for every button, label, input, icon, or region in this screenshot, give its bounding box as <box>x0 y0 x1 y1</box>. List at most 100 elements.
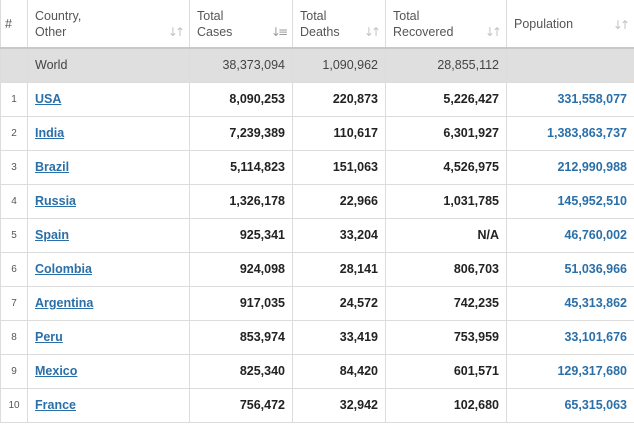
total-cases-cell: 917,035 <box>189 285 293 321</box>
rank-cell: 9 <box>0 353 28 389</box>
population-cell: 33,101,676 <box>506 319 634 355</box>
country-link[interactable]: Colombia <box>35 262 92 276</box>
population-cell: 212,990,988 <box>506 149 634 185</box>
header-total-recovered[interactable]: Total Recovered ↓↑ <box>385 0 507 49</box>
table-row: 4 Russia 1,326,178 22,966 1,031,785 145,952,5… <box>0 183 634 219</box>
rank-cell: 5 <box>0 217 28 253</box>
total-cases-cell: 8,090,253 <box>189 81 293 117</box>
table-row: 5 Spain 925,341 33,204 N/A 46,760,002 <box>0 217 634 253</box>
total-cases-cell: 5,114,823 <box>189 149 293 185</box>
total-deaths-cell: 22,966 <box>292 183 386 219</box>
rank-cell: 2 <box>0 115 28 151</box>
sort-descending-icon[interactable]: ↓≡ <box>271 25 288 39</box>
country-cell: USA <box>27 81 190 117</box>
sort-arrows-icon[interactable]: ↓↑ <box>613 18 630 32</box>
total-recovered-cell: 753,959 <box>385 319 507 355</box>
country-link[interactable]: Brazil <box>35 160 69 174</box>
total-deaths-cell: 84,420 <box>292 353 386 389</box>
header-total-cases[interactable]: Total Cases ↓≡ <box>189 0 293 49</box>
world-total-cases: 38,373,094 <box>189 47 293 83</box>
world-label: World <box>27 47 190 83</box>
total-recovered-cell: 5,226,427 <box>385 81 507 117</box>
total-cases-cell: 7,239,389 <box>189 115 293 151</box>
total-cases-cell: 825,340 <box>189 353 293 389</box>
country-link[interactable]: Mexico <box>35 364 77 378</box>
country-link[interactable]: USA <box>35 92 61 106</box>
total-deaths-cell: 110,617 <box>292 115 386 151</box>
header-country-label: Country, Other <box>35 8 82 39</box>
table-row: 3 Brazil 5,114,823 151,063 4,526,975 212,990,… <box>0 149 634 185</box>
total-recovered-cell: 601,571 <box>385 353 507 389</box>
table-row: 1 USA 8,090,253 220,873 5,226,427 331,558,077 <box>0 81 634 117</box>
country-link[interactable]: India <box>35 126 64 140</box>
world-population <box>506 47 634 83</box>
table-row: 7 Argentina 917,035 24,572 742,235 45,313,862 <box>0 285 634 321</box>
header-rank: # <box>0 0 28 49</box>
world-row: World 38,373,094 1,090,962 28,855,112 <box>0 47 634 83</box>
world-rank <box>0 47 28 83</box>
world-total-recovered: 28,855,112 <box>385 47 507 83</box>
total-deaths-cell: 33,419 <box>292 319 386 355</box>
rank-cell: 8 <box>0 319 28 355</box>
total-cases-cell: 853,974 <box>189 319 293 355</box>
table-row: 6 Colombia 924,098 28,141 806,703 51,036,966 <box>0 251 634 287</box>
total-cases-cell: 1,326,178 <box>189 183 293 219</box>
country-link[interactable]: Russia <box>35 194 76 208</box>
country-link[interactable]: Argentina <box>35 296 93 310</box>
rank-cell: 1 <box>0 81 28 117</box>
country-link[interactable]: Peru <box>35 330 63 344</box>
total-deaths-cell: 32,942 <box>292 387 386 423</box>
population-cell: 129,317,680 <box>506 353 634 389</box>
country-cell: Spain <box>27 217 190 253</box>
total-recovered-cell: 742,235 <box>385 285 507 321</box>
sort-arrows-icon[interactable]: ↓↑ <box>364 25 381 39</box>
sort-arrows-icon[interactable]: ↓↑ <box>485 25 502 39</box>
total-cases-cell: 924,098 <box>189 251 293 287</box>
country-cell: Mexico <box>27 353 190 389</box>
country-cell: Colombia <box>27 251 190 287</box>
population-cell: 331,558,077 <box>506 81 634 117</box>
rank-cell: 6 <box>0 251 28 287</box>
table-row: 2 India 7,239,389 110,617 6,301,927 1,383,863… <box>0 115 634 151</box>
header-total-deaths[interactable]: Total Deaths ↓↑ <box>292 0 386 49</box>
total-recovered-cell: 102,680 <box>385 387 507 423</box>
population-cell: 145,952,510 <box>506 183 634 219</box>
total-deaths-cell: 24,572 <box>292 285 386 321</box>
total-deaths-cell: 220,873 <box>292 81 386 117</box>
total-recovered-cell: 4,526,975 <box>385 149 507 185</box>
country-cell: Brazil <box>27 149 190 185</box>
total-deaths-cell: 33,204 <box>292 217 386 253</box>
total-deaths-cell: 28,141 <box>292 251 386 287</box>
total-recovered-cell: 1,031,785 <box>385 183 507 219</box>
country-cell: Russia <box>27 183 190 219</box>
country-cell: Argentina <box>27 285 190 321</box>
header-population-label: Population <box>514 16 574 31</box>
total-cases-cell: 756,472 <box>189 387 293 423</box>
world-total-deaths: 1,090,962 <box>292 47 386 83</box>
country-cell: Peru <box>27 319 190 355</box>
total-deaths-cell: 151,063 <box>292 149 386 185</box>
total-recovered-cell: N/A <box>385 217 507 253</box>
rank-cell: 4 <box>0 183 28 219</box>
population-cell: 45,313,862 <box>506 285 634 321</box>
table-row: 8 Peru 853,974 33,419 753,959 33,101,676 <box>0 319 634 355</box>
header-population[interactable]: Population ↓↑ <box>506 0 634 49</box>
total-cases-cell: 925,341 <box>189 217 293 253</box>
sort-arrows-icon[interactable]: ↓↑ <box>168 25 185 39</box>
header-country[interactable]: Country, Other ↓↑ <box>27 0 190 49</box>
header-total-recovered-label: Total Recovered <box>393 8 454 39</box>
population-cell: 65,315,063 <box>506 387 634 423</box>
table-row: 9 Mexico 825,340 84,420 601,571 129,317,680 <box>0 353 634 389</box>
country-link[interactable]: France <box>35 398 76 412</box>
total-recovered-cell: 806,703 <box>385 251 507 287</box>
rank-cell: 7 <box>0 285 28 321</box>
table-header-row: # Country, Other ↓↑ Total Cases ↓≡ Total De… <box>0 0 634 49</box>
rank-cell: 3 <box>0 149 28 185</box>
table-row: 10 France 756,472 32,942 102,680 65,315,063 <box>0 387 634 423</box>
country-cell: France <box>27 387 190 423</box>
total-recovered-cell: 6,301,927 <box>385 115 507 151</box>
country-cell: India <box>27 115 190 151</box>
population-cell: 1,383,863,737 <box>506 115 634 151</box>
population-cell: 46,760,002 <box>506 217 634 253</box>
country-link[interactable]: Spain <box>35 228 69 242</box>
